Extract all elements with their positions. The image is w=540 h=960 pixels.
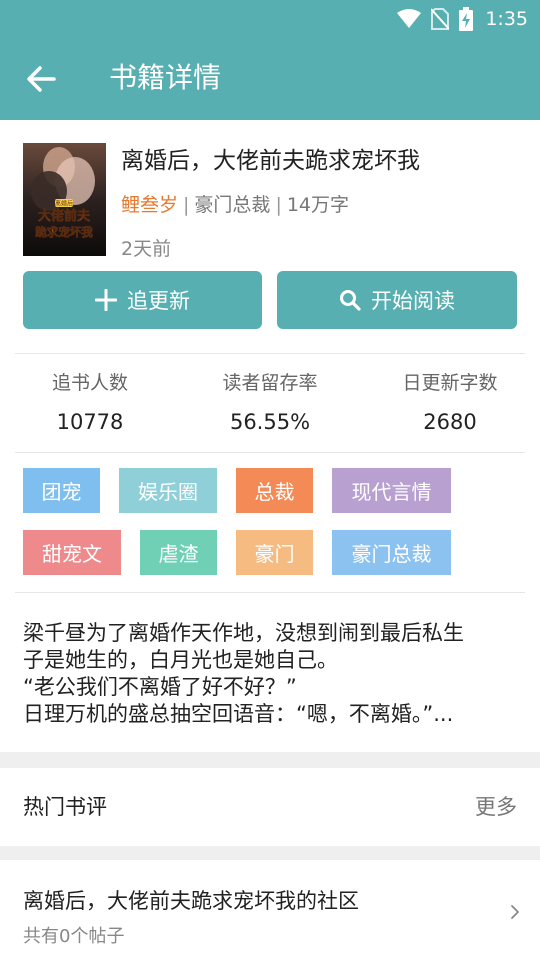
back-button[interactable] bbox=[20, 60, 62, 98]
status-icons: 1:35 bbox=[397, 6, 528, 32]
tag[interactable]: 豪门总裁 bbox=[332, 530, 451, 575]
divider bbox=[15, 452, 525, 453]
book-meta: 鲤叁岁 | 豪门总裁 | 14万字 bbox=[121, 192, 349, 218]
book-category: 豪门总裁 bbox=[194, 194, 271, 216]
stat-value: 10778 bbox=[56, 410, 124, 434]
synopsis-line: 梁千昼为了离婚作天作地，没想到闹到最后私生 bbox=[23, 621, 464, 645]
status-bar: 1:35 bbox=[0, 0, 540, 38]
book-synopsis[interactable]: 梁千昼为了离婚作天作地，没想到闹到最后私生 子是她生的，白月光也是她自己。 “老… bbox=[23, 620, 517, 728]
meta-separator: | bbox=[183, 194, 190, 216]
status-time: 1:35 bbox=[485, 8, 528, 30]
cover-line-2: 跪求宠坏我 bbox=[35, 225, 93, 239]
chevron-right-icon bbox=[511, 905, 519, 919]
divider bbox=[15, 592, 525, 593]
community-title: 离婚后，大佬前夫跪求宠坏我的社区 bbox=[23, 889, 359, 913]
tag[interactable]: 现代言情 bbox=[332, 468, 451, 513]
stat-label: 读者留存率 bbox=[222, 372, 318, 394]
cover-badge-text: 离婚后 bbox=[55, 200, 73, 208]
stat-label: 追书人数 bbox=[51, 372, 128, 394]
stat-daily-words: 日更新字数 2680 bbox=[360, 370, 540, 436]
section-separator bbox=[0, 846, 540, 860]
start-reading-button[interactable]: 开始阅读 bbox=[277, 271, 517, 329]
book-title: 离婚后，大佬前夫跪求宠坏我 bbox=[121, 148, 420, 174]
tag[interactable]: 虐渣 bbox=[140, 530, 217, 575]
stat-value: 2680 bbox=[423, 410, 477, 434]
stat-retention: 读者留存率 56.55% bbox=[180, 370, 360, 436]
tag[interactable]: 豪门 bbox=[236, 530, 313, 575]
tag[interactable]: 甜宠文 bbox=[23, 530, 121, 575]
stat-label: 日更新字数 bbox=[402, 372, 498, 394]
book-community-item[interactable]: 离婚后，大佬前夫跪求宠坏我的社区 共有0个帖子 bbox=[0, 860, 540, 960]
cover-image: 离婚后 大佬前夫 跪求宠坏我 bbox=[23, 143, 106, 256]
search-icon bbox=[340, 290, 361, 311]
tag[interactable]: 团宠 bbox=[23, 468, 100, 513]
community-post-count: 共有0个帖子 bbox=[23, 926, 125, 947]
plus-icon bbox=[95, 289, 117, 311]
synopsis-line: 子是她生的，白月光也是她自己。 bbox=[23, 648, 338, 672]
cover-line-1: 大佬前夫 bbox=[38, 208, 91, 224]
book-author[interactable]: 鲤叁岁 bbox=[121, 194, 178, 216]
no-sim-icon bbox=[431, 8, 450, 30]
more-reviews-link[interactable]: 更多 bbox=[475, 792, 517, 822]
battery-charging-icon bbox=[459, 7, 474, 31]
wifi-icon bbox=[397, 9, 422, 28]
follow-updates-label: 追更新 bbox=[127, 289, 190, 313]
app-bar: 书籍详情 bbox=[0, 38, 540, 120]
meta-separator: | bbox=[275, 194, 282, 216]
follow-updates-button[interactable]: 追更新 bbox=[23, 271, 262, 329]
synopsis-line: 日理万机的盛总抽空回语音：“嗯，不离婚。”... bbox=[23, 702, 454, 726]
tag[interactable]: 娱乐圈 bbox=[119, 468, 217, 513]
tag[interactable]: 总裁 bbox=[236, 468, 313, 513]
start-reading-label: 开始阅读 bbox=[371, 289, 455, 313]
hot-reviews-header: 热门书评 更多 bbox=[0, 768, 540, 846]
stat-followers: 追书人数 10778 bbox=[0, 370, 180, 436]
book-updated-time: 2天前 bbox=[121, 238, 172, 260]
synopsis-line: “老公我们不离婚了好不好？” bbox=[23, 675, 297, 699]
book-word-count: 14万字 bbox=[286, 194, 350, 216]
book-cover[interactable]: 离婚后 大佬前夫 跪求宠坏我 bbox=[23, 143, 106, 256]
page-title: 书籍详情 bbox=[109, 61, 222, 94]
arrow-left-icon bbox=[27, 66, 56, 92]
divider bbox=[15, 353, 525, 354]
section-separator bbox=[0, 752, 540, 768]
section-title: 热门书评 bbox=[23, 795, 107, 819]
stat-value: 56.55% bbox=[229, 410, 311, 434]
